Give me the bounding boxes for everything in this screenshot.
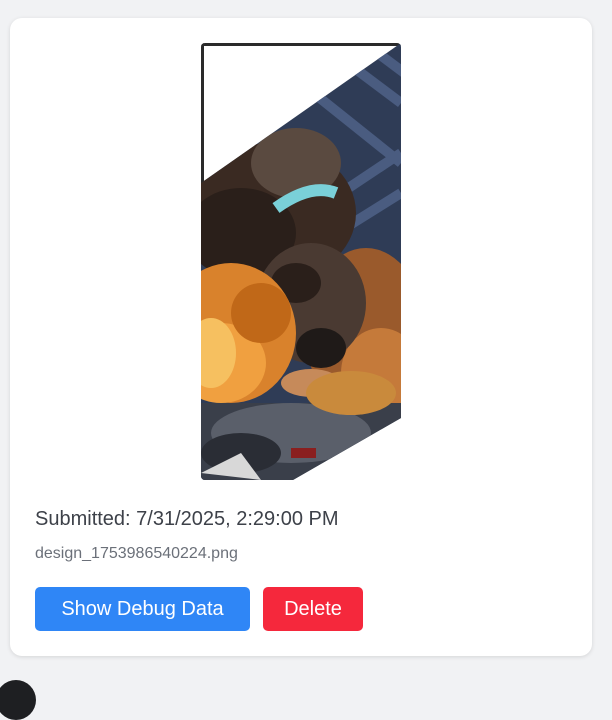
delete-button[interactable]: Delete bbox=[263, 587, 363, 631]
show-debug-data-button[interactable]: Show Debug Data bbox=[35, 587, 250, 631]
design-preview-image bbox=[201, 43, 401, 480]
submission-card: Submitted: 7/31/2025, 2:29:00 PM design_… bbox=[10, 18, 592, 656]
submitted-timestamp: Submitted: 7/31/2025, 2:29:00 PM bbox=[35, 508, 339, 530]
partial-avatar bbox=[0, 680, 36, 720]
file-name: design_1753986540224.png bbox=[35, 545, 238, 562]
